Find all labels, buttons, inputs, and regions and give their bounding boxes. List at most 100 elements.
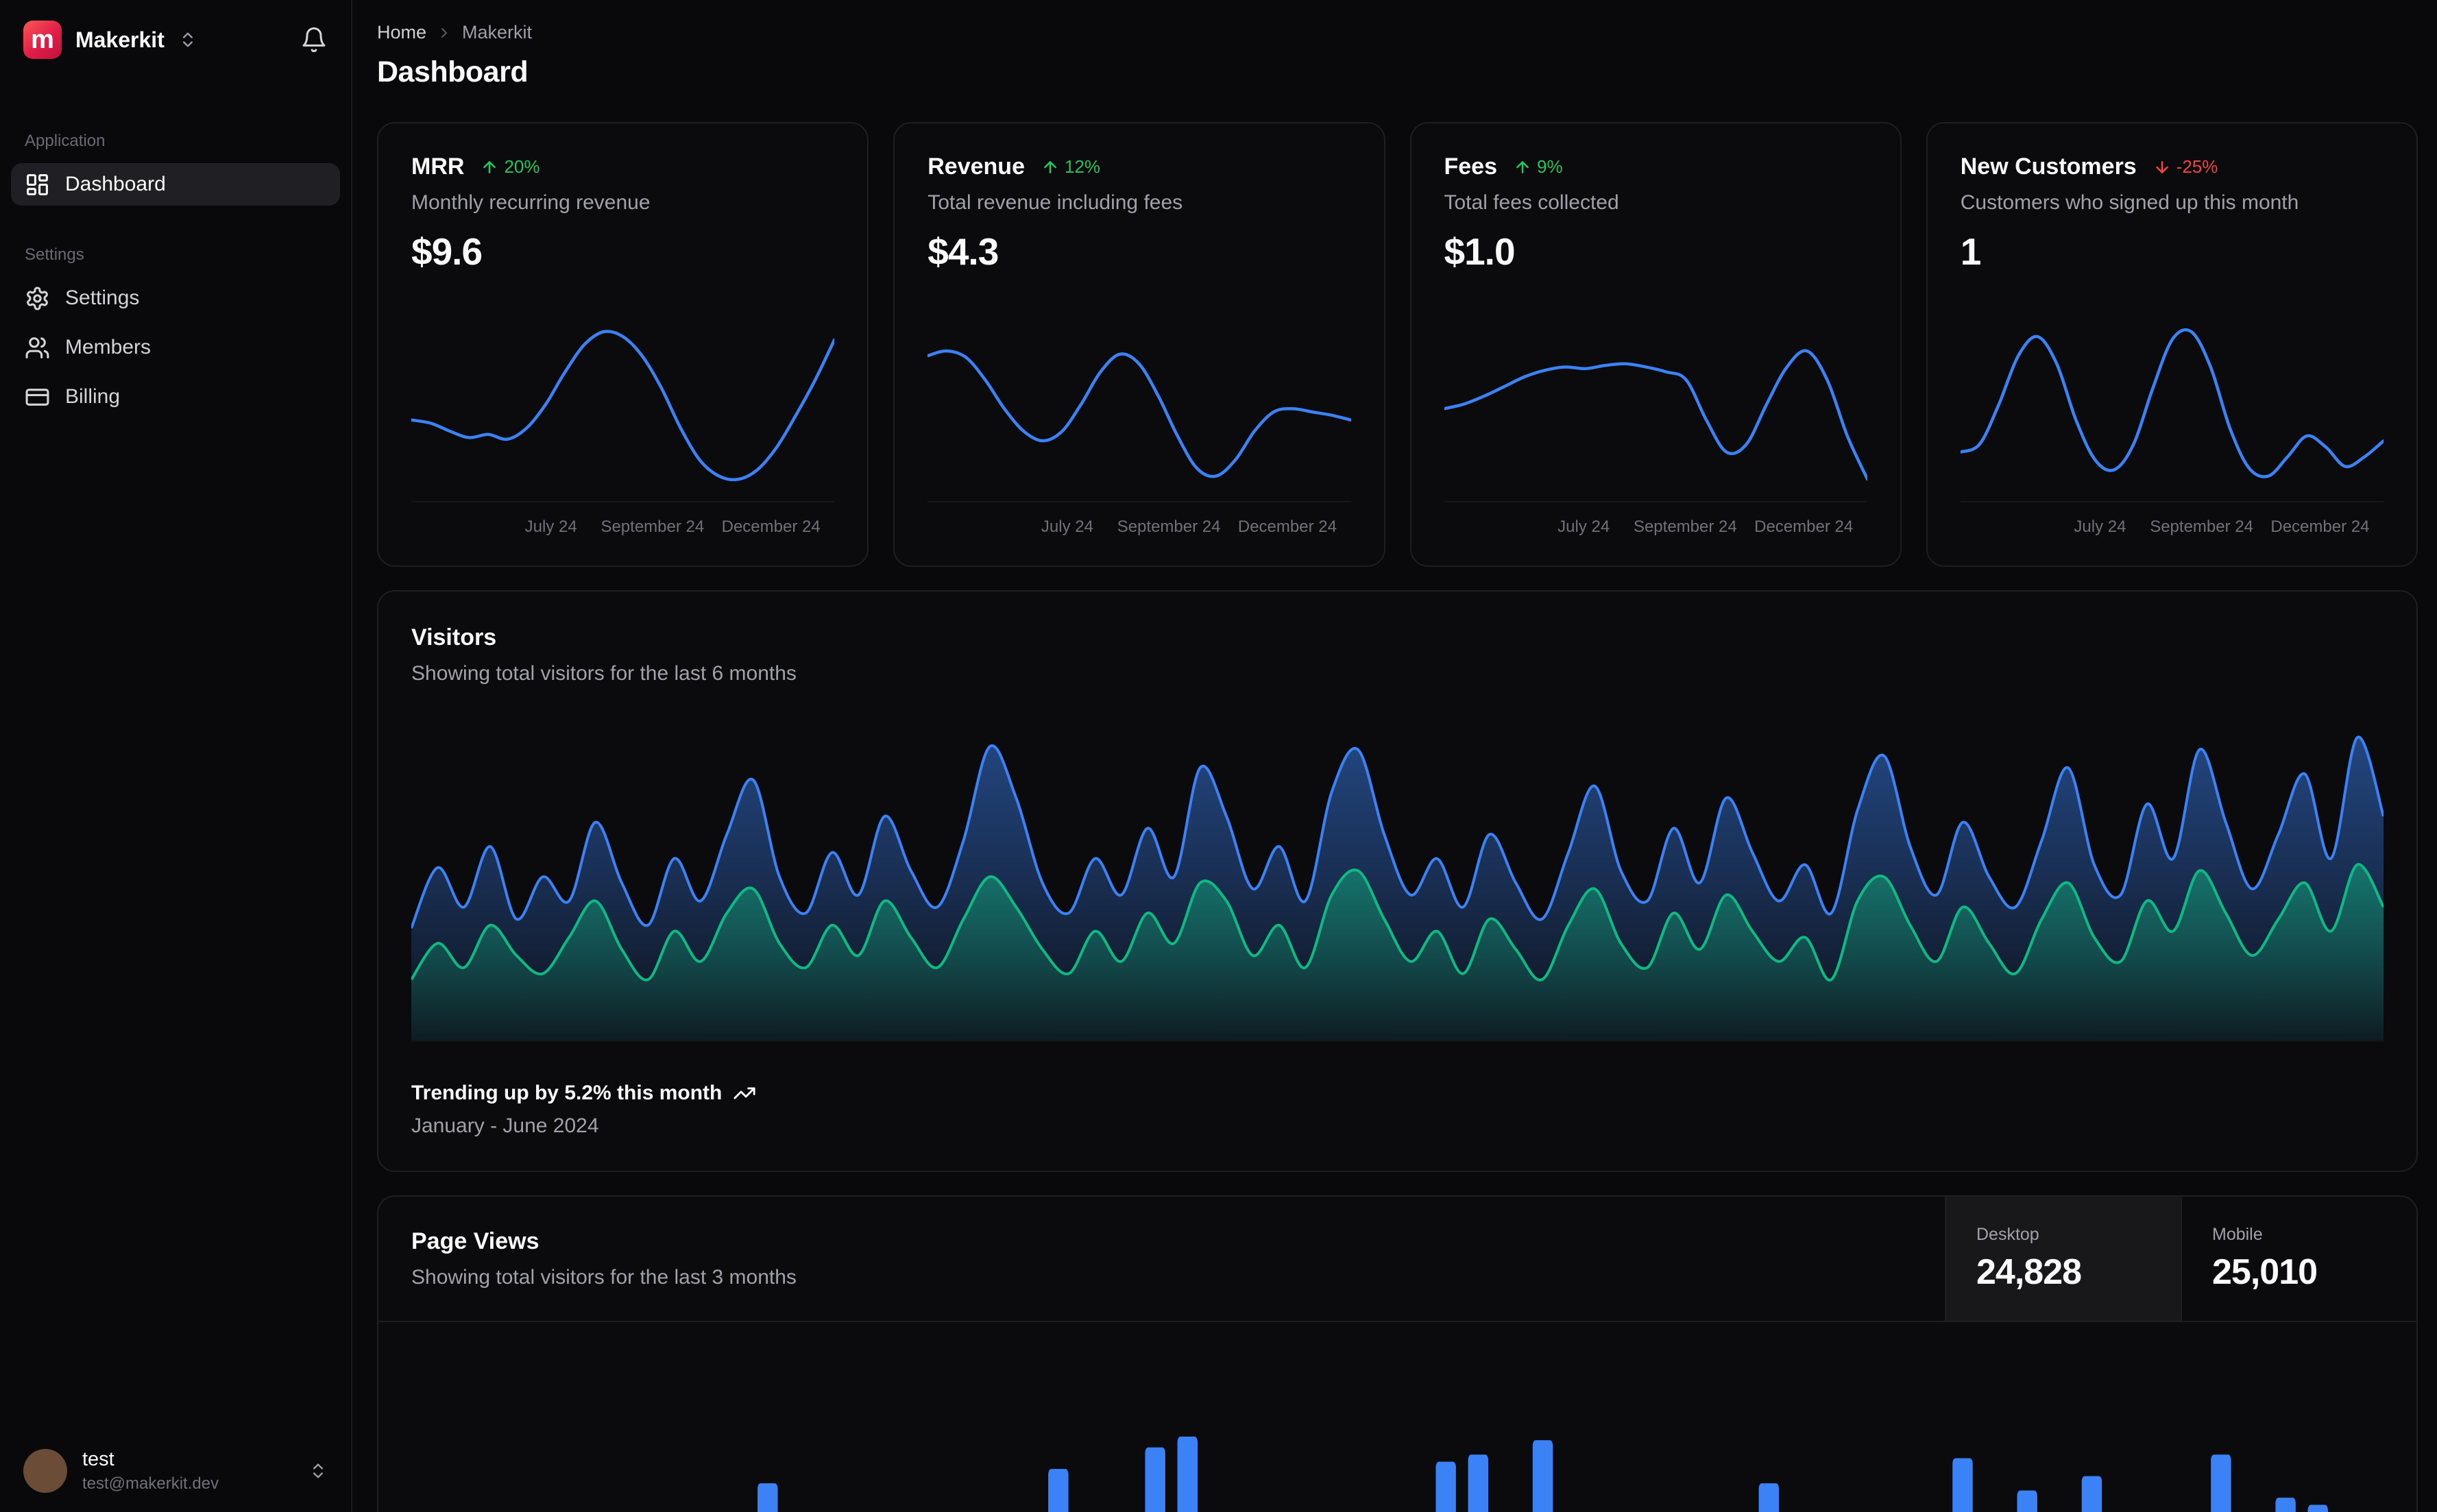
toggle-value: 25,010 (2212, 1252, 2318, 1292)
x-tick: July 24 (2074, 517, 2126, 536)
trend-badge: 9% (1514, 156, 1563, 178)
stat-card-new-customers: New Customers -25% Customers who signed … (1926, 122, 2418, 567)
workspace-selector[interactable]: m Makerkit (0, 0, 351, 75)
sidebar-section-application: Application Dashboard (0, 132, 351, 206)
stat-description: Total revenue including fees (927, 191, 1183, 214)
workspace-logo: m (23, 21, 62, 59)
stat-card-revenue: Revenue 12% Total revenue including fees… (893, 122, 1385, 567)
notifications-button[interactable] (300, 26, 328, 53)
breadcrumb-home-link[interactable]: Home (377, 22, 426, 43)
trending-up-icon (733, 1087, 755, 1099)
fees-sparkline-chart (1444, 323, 1867, 502)
visitors-subtitle: Showing total visitors for the last 6 mo… (411, 662, 797, 685)
sidebar-section-label: Application (25, 132, 106, 150)
sidebar-item-label: Billing (65, 385, 121, 408)
trend-badge: 20% (481, 156, 539, 178)
stat-value: $9.6 (411, 230, 483, 273)
x-tick: September 24 (1117, 517, 1221, 536)
x-tick: September 24 (601, 517, 705, 536)
stat-title: MRR (411, 154, 465, 180)
stat-description: Total fees collected (1444, 191, 1619, 214)
x-axis-labels: July 24 September 24 December 24 (1961, 513, 2384, 538)
sidebar-item-label: Members (65, 336, 151, 358)
trend-value: 20% (504, 156, 540, 177)
user-avatar (23, 1449, 67, 1493)
trend-value: -25% (2176, 156, 2218, 177)
users-icon (25, 337, 49, 358)
sidebar-item-settings[interactable]: Settings (11, 277, 340, 319)
stat-title: Fees (1444, 154, 1498, 180)
x-tick: September 24 (2150, 517, 2253, 536)
x-tick: December 24 (1237, 517, 1337, 536)
page-views-toggles: Desktop 24,828 Mobile 25,010 (1945, 1197, 2416, 1321)
toggle-label: Desktop (1976, 1225, 2039, 1244)
gear-icon (27, 286, 48, 310)
visitors-area-chart (411, 725, 2384, 1042)
page-views-card: Page Views Showing total visitors for th… (377, 1195, 2418, 1512)
sidebar-section-label: Settings (25, 245, 84, 264)
breadcrumb: Home Makerkit (377, 22, 2418, 43)
sidebar-section-settings: Settings Settings Members Billing (0, 245, 351, 418)
arrow-up-icon (483, 160, 496, 173)
chevrons-up-down-icon (178, 30, 197, 49)
stat-description: Monthly recurring revenue (411, 191, 651, 214)
arrow-down-icon (2155, 160, 2168, 173)
x-tick: July 24 (1557, 517, 1610, 536)
x-tick: December 24 (2270, 517, 2370, 536)
x-tick: July 24 (524, 517, 577, 536)
x-tick: December 24 (721, 517, 821, 536)
visitors-period: January - June 2024 (411, 1114, 599, 1137)
sidebar-item-members[interactable]: Members (11, 326, 340, 369)
x-axis-labels: July 24 September 24 December 24 (927, 513, 1350, 538)
toggle-desktop[interactable]: Desktop 24,828 (1945, 1197, 2181, 1321)
revenue-sparkline-chart (927, 323, 1351, 502)
stat-card-grid: MRR 20% Monthly recurring revenue $9.6 J… (377, 122, 2418, 567)
user-email: test@makerkit.dev (82, 1474, 219, 1493)
sidebar-item-billing[interactable]: Billing (11, 376, 340, 418)
toggle-label: Mobile (2212, 1225, 2263, 1244)
toggle-value: 24,828 (1976, 1252, 2082, 1292)
trend-value: 12% (1064, 156, 1101, 177)
page-title: Dashboard (377, 56, 529, 88)
x-axis-labels: July 24 September 24 December 24 (1444, 513, 1867, 538)
stat-title: New Customers (1960, 154, 2137, 180)
visitors-title: Visitors (411, 624, 497, 650)
trend-value: 9% (1537, 156, 1563, 177)
chevron-right-icon (436, 25, 452, 41)
dashboard-icon (27, 173, 48, 195)
visitors-footer: Trending up by 5.2% this month January -… (411, 1082, 2384, 1138)
stat-description: Customers who signed up this month (1960, 191, 2299, 214)
breadcrumb-current: Makerkit (462, 22, 533, 42)
user-menu[interactable]: test test@makerkit.dev (0, 1430, 351, 1512)
x-tick: December 24 (1754, 517, 1854, 536)
bell-icon (302, 27, 326, 53)
workspace-name: Makerkit (75, 27, 165, 52)
x-tick: September 24 (1633, 517, 1737, 536)
page-views-bar-chart (378, 1322, 2416, 1512)
main-content: Home Makerkit Dashboard MRR 20% Monthly … (354, 0, 2437, 1512)
user-name: test (82, 1448, 114, 1471)
arrow-up-icon (1044, 160, 1056, 173)
sidebar-item-label: Dashboard (65, 173, 166, 195)
page-views-title: Page Views (411, 1228, 539, 1254)
trend-badge: -25% (2153, 156, 2218, 178)
sidebar-item-label: Settings (65, 286, 140, 309)
chevrons-up-down-icon (308, 1461, 328, 1480)
stat-value: 1 (1960, 230, 1982, 273)
visitors-trend-text: Trending up by 5.2% this month (411, 1082, 723, 1104)
new-customers-sparkline-chart (1960, 323, 2384, 502)
page-views-subtitle: Showing total visitors for the last 3 mo… (411, 1266, 797, 1289)
stat-card-mrr: MRR 20% Monthly recurring revenue $9.6 J… (377, 122, 869, 567)
toggle-mobile[interactable]: Mobile 25,010 (2181, 1197, 2416, 1321)
sidebar-item-dashboard[interactable]: Dashboard (11, 163, 340, 206)
stat-card-fees: Fees 9% Total fees collected $1.0 July 2… (1409, 122, 1902, 567)
stat-value: $4.3 (927, 230, 999, 273)
trend-badge: 12% (1041, 156, 1100, 178)
visitors-card: Visitors Showing total visitors for the … (377, 590, 2418, 1172)
page-views-header: Page Views Showing total visitors for th… (378, 1197, 2416, 1322)
stat-title: Revenue (927, 154, 1025, 180)
mrr-sparkline-chart (411, 323, 835, 502)
credit-card-icon (25, 388, 49, 406)
x-axis-labels: July 24 September 24 December 24 (411, 513, 834, 538)
arrow-up-icon (1516, 160, 1529, 173)
